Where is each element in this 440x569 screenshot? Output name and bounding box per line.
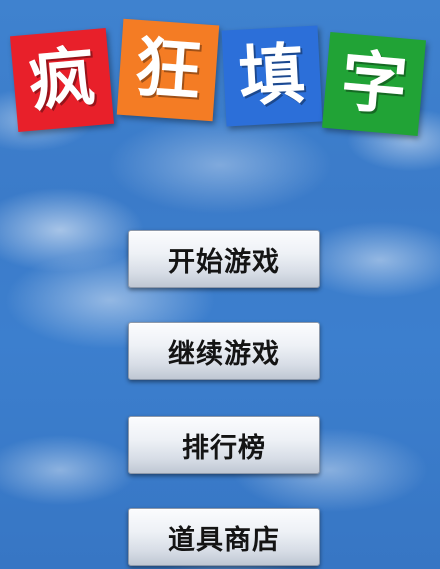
start-game-button[interactable]: 开始游戏 <box>128 230 320 288</box>
item-shop-label: 道具商店 <box>168 524 280 556</box>
title-tile-4: 字 <box>321 31 427 137</box>
title-char-1: 疯 <box>25 38 99 121</box>
title-tile-1: 疯 <box>9 27 115 133</box>
title-tile-3: 填 <box>221 25 323 127</box>
item-shop-button[interactable]: 道具商店 <box>128 508 320 566</box>
leaderboard-label: 排行榜 <box>182 432 266 464</box>
leaderboard-button[interactable]: 排行榜 <box>128 416 320 474</box>
continue-game-button[interactable]: 继续游戏 <box>128 322 320 380</box>
title-tile-2: 狂 <box>116 18 220 122</box>
game-title-logo: 疯 狂 填 字 <box>0 0 440 140</box>
start-game-label: 开始游戏 <box>168 246 280 278</box>
title-char-3: 填 <box>237 35 307 116</box>
title-char-4: 字 <box>337 42 411 125</box>
game-main-menu: 疯 狂 填 字 开始游戏 继续游戏 排行榜 道具商店 <box>0 0 440 569</box>
title-char-2: 狂 <box>132 28 204 111</box>
continue-game-label: 继续游戏 <box>168 338 280 370</box>
